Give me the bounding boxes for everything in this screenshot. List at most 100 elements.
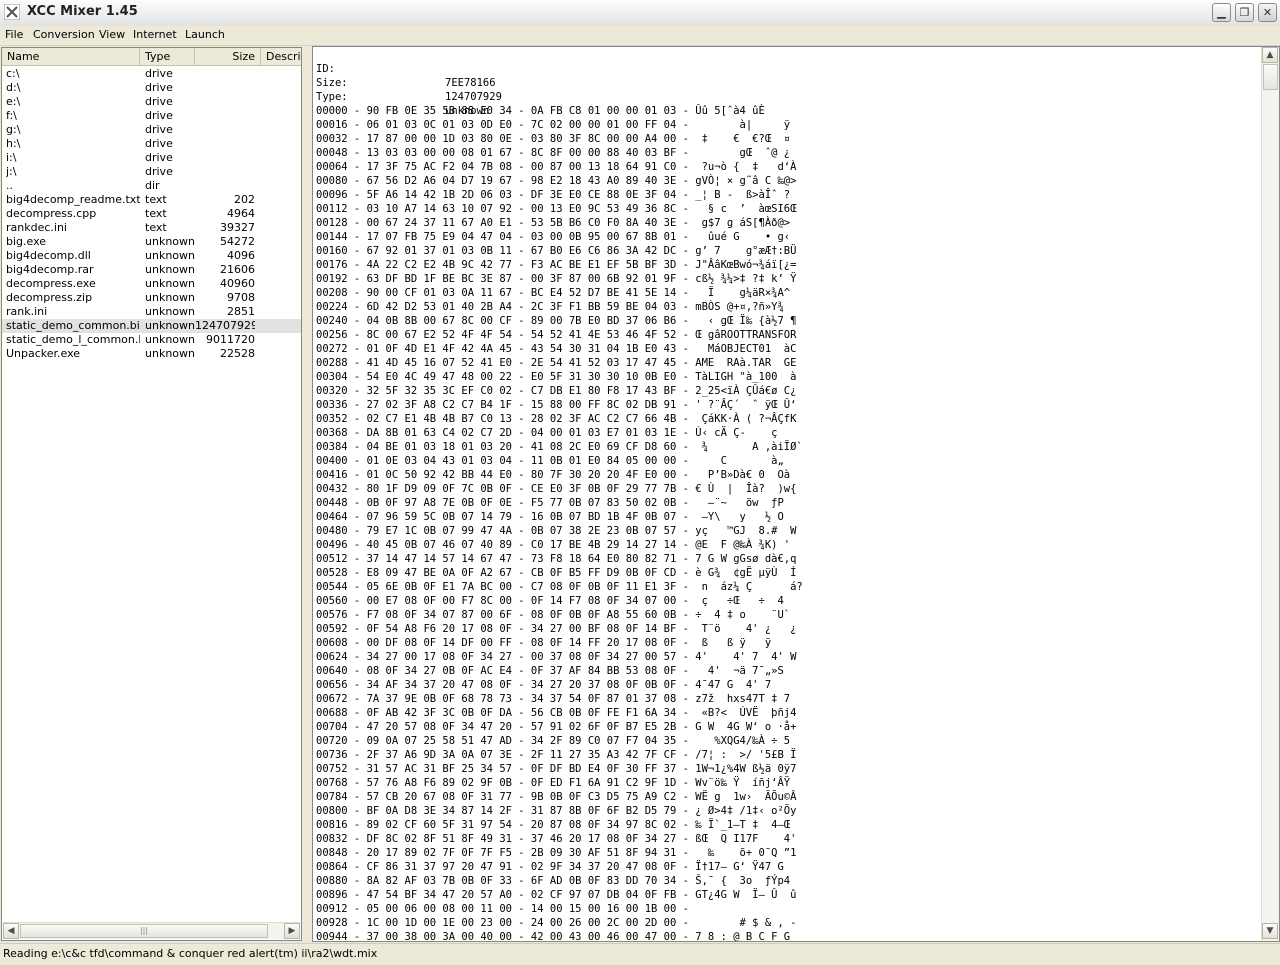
file-row[interactable]: c:\ drive bbox=[2, 67, 301, 81]
file-row[interactable]: rankdec.ini text 39327 bbox=[2, 221, 301, 235]
hex-line: 00704 - 47 20 57 08 0F 34 47 20 - 57 91 … bbox=[316, 721, 797, 733]
maximize-button[interactable]: ❐ bbox=[1235, 3, 1254, 22]
hex-line: 00272 - 01 0F 4D E1 4F 42 4A 45 - 43 54 … bbox=[316, 343, 797, 355]
file-row[interactable]: Unpacker.exe unknown 22528 bbox=[2, 347, 301, 361]
file-row[interactable]: big4decomp_readme.txt text 202 bbox=[2, 193, 301, 207]
menu-view[interactable]: View bbox=[99, 28, 125, 41]
hex-line: 00544 - 05 6E 0B 0F E1 7A BC 00 - C7 08 … bbox=[316, 581, 803, 593]
file-name: g:\ bbox=[6, 123, 21, 136]
hex-line: 00064 - 17 3F 75 AC F2 04 7B 08 - 00 87 … bbox=[316, 161, 797, 173]
scroll-up-button[interactable]: ▲ bbox=[1262, 47, 1278, 63]
file-viewer[interactable]: ID: 7EE78166 Size: 124707929 Type: unkno… bbox=[312, 46, 1280, 942]
file-type: unknown bbox=[145, 291, 195, 304]
hex-line: 00480 - 79 E7 1C 0B 07 99 47 4A - 0B 07 … bbox=[316, 525, 797, 537]
hex-line: 00432 - 80 1F D9 09 0F 7C 0B 0F - CE E0 … bbox=[316, 483, 797, 495]
file-row[interactable]: decompress.cpp text 4964 bbox=[2, 207, 301, 221]
file-row[interactable]: rank.ini unknown 2851 bbox=[2, 305, 301, 319]
column-header-description[interactable]: Descripti bbox=[261, 48, 301, 65]
hex-line: 00608 - 00 DF 08 0F 14 DF 00 FF - 08 0F … bbox=[316, 637, 772, 649]
hex-line: 00096 - 5F A6 14 42 1B 2D 06 03 - DF 3E … bbox=[316, 189, 791, 201]
file-type: unknown bbox=[145, 277, 195, 290]
hex-line: 00144 - 17 07 FB 75 E9 04 47 04 - 03 00 … bbox=[316, 231, 791, 243]
hex-line: 00304 - 54 E0 4C 49 47 48 00 22 - E0 5F … bbox=[316, 371, 797, 383]
close-button[interactable]: ✕ bbox=[1258, 3, 1277, 22]
menu-bar: File Conversion View Internet Launch bbox=[0, 26, 1280, 46]
hex-line: 00128 - 00 67 24 37 11 67 A0 E1 - 53 5B … bbox=[316, 217, 791, 229]
file-type: drive bbox=[145, 81, 173, 94]
hex-line: 00944 - 37 00 38 00 3A 00 40 00 - 42 00 … bbox=[316, 931, 791, 941]
hex-line: 00688 - 0F AB 42 3F 3C 0B 0F DA - 56 CB … bbox=[316, 707, 797, 719]
file-type: text bbox=[145, 221, 167, 234]
file-size: 22528 bbox=[220, 347, 255, 360]
file-row[interactable]: i:\ drive bbox=[2, 151, 301, 165]
hex-line: 00016 - 06 01 03 0C 01 03 0D E0 - 7C 02 … bbox=[316, 119, 791, 131]
column-header-type[interactable]: Type bbox=[140, 48, 195, 65]
file-row[interactable]: big4decomp.rar unknown 21606 bbox=[2, 263, 301, 277]
info-id: ID: 7EE78166 bbox=[316, 48, 1256, 89]
hex-line: 00672 - 7A 37 9E 0B 0F 68 78 73 - 34 37 … bbox=[316, 693, 791, 705]
horizontal-scrollbar[interactable]: ◀ ||| ▶ bbox=[3, 922, 300, 939]
pane-splitter[interactable] bbox=[303, 47, 312, 941]
file-name: decompress.zip bbox=[6, 291, 93, 304]
hex-line: 00448 - 0B 0F 97 A8 7E 0B 0F 0E - F5 77 … bbox=[316, 497, 784, 509]
hex-line: 00208 - 90 00 CF 01 03 0A 11 67 - BC E4 … bbox=[316, 287, 791, 299]
file-size: 4096 bbox=[227, 249, 255, 262]
hex-line: 00816 - 89 02 CF 60 5F 31 97 54 - 20 87 … bbox=[316, 819, 791, 831]
file-size: 2851 bbox=[227, 305, 255, 318]
file-name: rankdec.ini bbox=[6, 221, 67, 234]
file-type: drive bbox=[145, 123, 173, 136]
scroll-left-button[interactable]: ◀ bbox=[3, 923, 19, 939]
file-row[interactable]: static_demo_l_common.bin unknown 9011720 bbox=[2, 333, 301, 347]
file-rows: c:\ drive d:\ drive e:\ drive f:\ drive g:\ drive… bbox=[2, 67, 301, 361]
minimize-button[interactable]: ▁ bbox=[1212, 3, 1231, 22]
file-row[interactable]: e:\ drive bbox=[2, 95, 301, 109]
status-bar: Reading e:\c&c tfd\command & conquer red… bbox=[0, 943, 1280, 965]
menu-internet[interactable]: Internet bbox=[133, 28, 177, 41]
file-row[interactable]: j:\ drive bbox=[2, 165, 301, 179]
file-name: i:\ bbox=[6, 151, 17, 164]
vertical-scrollbar[interactable]: ▲ ▼ bbox=[1261, 47, 1279, 941]
file-name: big4decomp.rar bbox=[6, 263, 94, 276]
file-row[interactable]: g:\ drive bbox=[2, 123, 301, 137]
file-size: 202 bbox=[234, 193, 255, 206]
file-type: text bbox=[145, 207, 167, 220]
file-size: 9708 bbox=[227, 291, 255, 304]
menu-file[interactable]: File bbox=[5, 28, 23, 41]
menu-conversion[interactable]: Conversion bbox=[33, 28, 95, 41]
file-name: big.exe bbox=[6, 235, 47, 248]
file-row[interactable]: big.exe unknown 54272 bbox=[2, 235, 301, 249]
window-title: XCC Mixer 1.45 bbox=[27, 4, 138, 19]
menu-launch[interactable]: Launch bbox=[185, 28, 225, 41]
hex-line: 00880 - 8A 82 AF 03 7B 0B 0F 33 - 6F AD … bbox=[316, 875, 791, 887]
hex-line: 00192 - 63 DF BD 1F BE BC 3E 87 - 00 3F … bbox=[316, 273, 797, 285]
scroll-thumb[interactable] bbox=[1263, 64, 1278, 90]
hex-line: 00640 - 08 0F 34 27 0B 0F AC E4 - 0F 37 … bbox=[316, 665, 784, 677]
file-list[interactable]: Name Type Size Descripti c:\ drive d:\ driv… bbox=[1, 47, 302, 941]
scroll-thumb[interactable]: ||| bbox=[20, 924, 268, 938]
file-row[interactable]: decompress.exe unknown 40960 bbox=[2, 277, 301, 291]
hex-line: 00528 - E8 09 47 BE 0A 0F A2 67 - CB 0F … bbox=[316, 567, 797, 579]
scroll-down-button[interactable]: ▼ bbox=[1262, 923, 1278, 939]
file-row[interactable]: d:\ drive bbox=[2, 81, 301, 95]
app-icon[interactable] bbox=[4, 4, 20, 20]
file-name: j:\ bbox=[6, 165, 17, 178]
close-icon: ✕ bbox=[1262, 6, 1273, 19]
file-row[interactable]: .. dir bbox=[2, 179, 301, 193]
hex-view: ID: 7EE78166 Size: 124707929 Type: unkno… bbox=[316, 48, 1256, 941]
scroll-right-button[interactable]: ▶ bbox=[284, 923, 300, 939]
file-type: text bbox=[145, 193, 167, 206]
column-header-name[interactable]: Name bbox=[2, 48, 140, 65]
file-name: static_demo_l_common.bin bbox=[6, 333, 140, 346]
file-name: big4decomp.dll bbox=[6, 249, 91, 262]
file-row[interactable]: static_demo_common.big unknown 124707929 bbox=[2, 319, 301, 333]
file-size: 39327 bbox=[220, 221, 255, 234]
file-row[interactable]: decompress.zip unknown 9708 bbox=[2, 291, 301, 305]
file-row[interactable]: big4decomp.dll unknown 4096 bbox=[2, 249, 301, 263]
file-row[interactable]: h:\ drive bbox=[2, 137, 301, 151]
file-name: decompress.exe bbox=[6, 277, 96, 290]
hex-line: 00048 - 13 03 03 00 00 08 01 67 - 8C 8F … bbox=[316, 147, 791, 159]
file-name: f:\ bbox=[6, 109, 17, 122]
column-header-size[interactable]: Size bbox=[195, 48, 261, 65]
info-type: Type: unknown bbox=[316, 76, 1256, 117]
file-row[interactable]: f:\ drive bbox=[2, 109, 301, 123]
